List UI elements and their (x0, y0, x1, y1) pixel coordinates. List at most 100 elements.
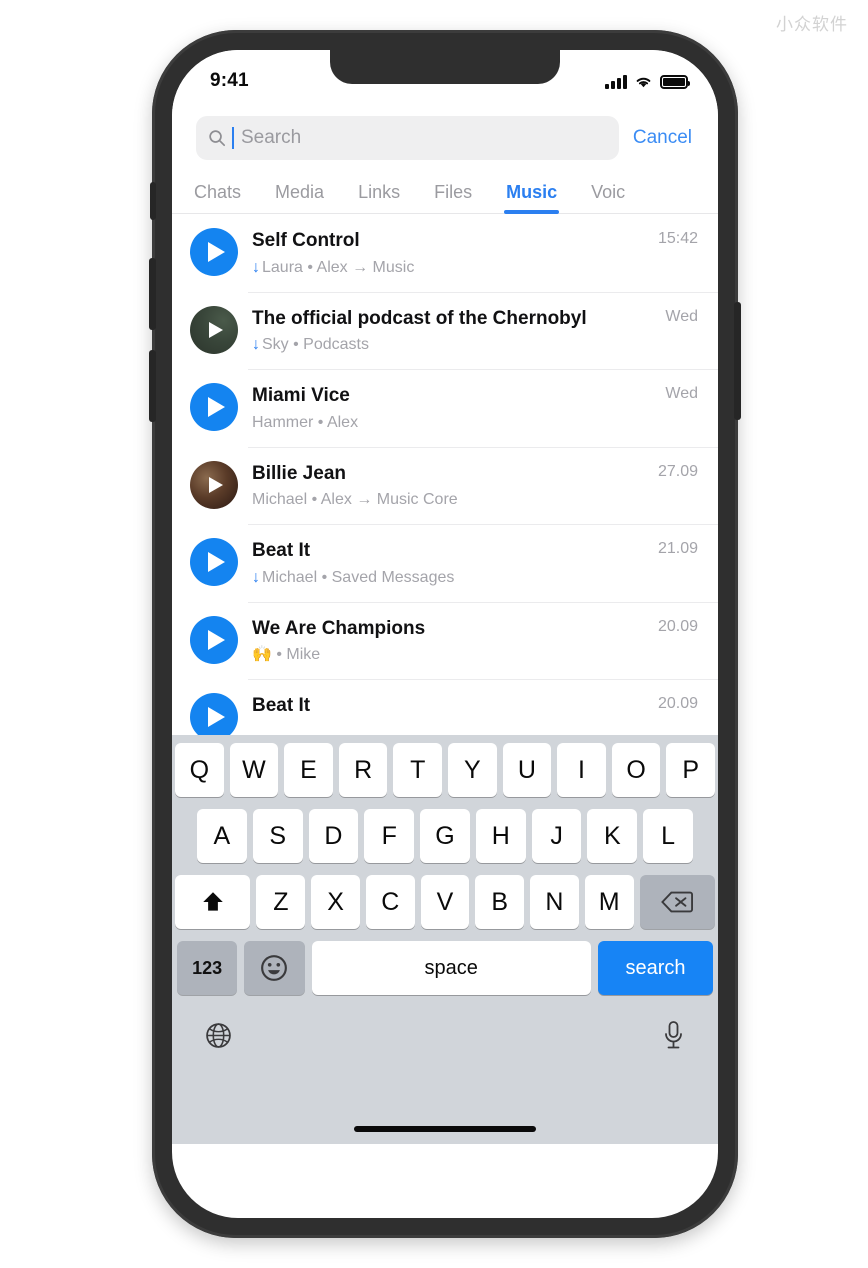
key-z[interactable]: Z (256, 875, 306, 929)
list-item[interactable]: We Are Champions 🙌 • Mike 20.09 (172, 601, 718, 680)
download-icon: ↓ (252, 336, 260, 354)
tab-chats[interactable]: Chats (194, 182, 241, 213)
key-t[interactable]: T (393, 743, 442, 797)
item-title: Miami Vice (252, 385, 350, 407)
raised-hands-emoji: 🙌 (252, 646, 272, 664)
item-time: 20.09 (657, 617, 698, 635)
music-results-list[interactable]: Self Control ↓ Laura • Alex → Music 15:42… (172, 214, 718, 735)
key-x[interactable]: X (311, 875, 360, 929)
item-subtitle: ↓ Laura • Alex → Music (252, 258, 415, 276)
album-art-thumbnail[interactable] (190, 460, 238, 509)
item-time: 20.09 (657, 695, 698, 713)
item-time: Wed (665, 385, 698, 403)
item-title: We Are Champions (252, 617, 426, 639)
key-g[interactable]: G (420, 809, 470, 863)
text-caret (232, 127, 234, 149)
item-subtitle: Michael • Alex → Music Core (252, 491, 458, 509)
backspace-key[interactable] (639, 875, 716, 929)
globe-icon[interactable] (205, 1022, 232, 1049)
list-item[interactable]: Billie Jean Michael • Alex → Music Core … (172, 446, 718, 525)
tab-media[interactable]: Media (275, 182, 324, 213)
key-h[interactable]: H (475, 809, 526, 863)
key-k[interactable]: K (587, 809, 638, 863)
item-title: The official podcast of the Chernobyl (252, 307, 587, 329)
list-item[interactable]: Miami Vice Hammer • Alex Wed (172, 369, 718, 447)
wifi-icon (636, 77, 651, 88)
key-p[interactable]: P (666, 743, 715, 797)
play-button-icon[interactable] (190, 693, 238, 735)
item-subtitle: Hammer • Alex (252, 413, 359, 431)
search-scope-tabs: Chats Media Links Files Music Voic (172, 160, 718, 214)
keyboard-row-2: A S D F G H J K L (175, 809, 715, 863)
mute-switch-button[interactable] (150, 182, 156, 220)
tab-files[interactable]: Files (434, 182, 472, 213)
keyboard-row-3: Z X C V B N M (174, 875, 716, 929)
search-key[interactable]: search (597, 941, 713, 995)
item-subtitle: 🙌 • Mike (252, 646, 321, 664)
key-a[interactable]: A (196, 809, 247, 863)
status-bar: 9:41 (172, 50, 718, 108)
tab-links[interactable]: Links (358, 182, 400, 213)
key-y[interactable]: Y (448, 743, 497, 797)
key-s[interactable]: S (252, 809, 303, 863)
list-item[interactable]: Self Control ↓ Laura • Alex → Music 15:42 (172, 214, 718, 292)
key-d[interactable]: D (308, 809, 359, 863)
key-m[interactable]: M (584, 875, 634, 929)
album-art-thumbnail[interactable] (190, 305, 238, 354)
play-button-icon[interactable] (190, 383, 238, 432)
item-time: 15:42 (657, 230, 698, 247)
search-icon (209, 130, 226, 147)
key-j[interactable]: J (531, 809, 582, 863)
play-button-icon[interactable] (190, 538, 238, 587)
item-title: Self Control (252, 230, 360, 251)
item-time: Wed (665, 307, 698, 325)
list-item[interactable]: The official podcast of the Chernobyl ↓ S… (172, 291, 718, 370)
key-w[interactable]: W (229, 743, 279, 797)
key-o[interactable]: O (611, 743, 661, 797)
cancel-button[interactable]: Cancel (633, 127, 694, 149)
play-button-icon[interactable] (190, 615, 238, 664)
search-input[interactable]: Search (196, 116, 619, 160)
download-icon: ↓ (252, 568, 260, 586)
list-item[interactable]: Beat It 20.09 (172, 679, 718, 735)
numbers-key[interactable]: 123 (177, 941, 238, 995)
key-e[interactable]: E (284, 743, 333, 797)
microphone-icon[interactable] (662, 1020, 685, 1050)
power-button[interactable] (734, 302, 741, 420)
keyboard-row-1: Q W E R T Y U I O P (175, 743, 715, 797)
on-screen-keyboard[interactable]: Q W E R T Y U I O P A S D F G H J K L Z … (172, 735, 718, 1144)
shift-key[interactable] (174, 875, 251, 929)
phone-mockup: 9:41 Search Cancel Chats Media Links Fil… (149, 30, 741, 1238)
watermark: 小众软件 (776, 15, 848, 35)
key-u[interactable]: U (502, 743, 552, 797)
item-title: Beat It (252, 540, 311, 562)
key-l[interactable]: L (643, 809, 694, 863)
notch (330, 50, 560, 84)
emoji-icon (261, 955, 288, 981)
play-button-icon[interactable] (190, 228, 238, 276)
key-v[interactable]: V (420, 875, 470, 929)
key-b[interactable]: B (475, 875, 525, 929)
volume-up-button[interactable] (149, 258, 156, 330)
key-r[interactable]: R (338, 743, 388, 797)
space-key[interactable]: space (311, 941, 591, 995)
emoji-key[interactable] (244, 941, 305, 995)
home-indicator (354, 1126, 536, 1132)
item-title: Billie Jean (252, 462, 346, 484)
list-item[interactable]: Beat It ↓ Michael • Saved Messages 21.09 (172, 524, 718, 602)
tab-voice[interactable]: Voic (591, 182, 625, 213)
search-bar: Search Cancel (172, 108, 718, 160)
key-q[interactable]: Q (175, 743, 224, 797)
item-title: Beat It (252, 695, 311, 717)
volume-down-button[interactable] (149, 350, 156, 422)
item-subtitle: ↓ Michael • Saved Messages (252, 568, 455, 586)
status-time: 9:41 (210, 70, 249, 91)
key-c[interactable]: C (365, 875, 415, 929)
phone-screen: 9:41 Search Cancel Chats Media Links Fil… (172, 50, 718, 1218)
download-icon: ↓ (252, 258, 260, 276)
tab-music[interactable]: Music (504, 182, 560, 214)
key-n[interactable]: N (530, 875, 579, 929)
key-i[interactable]: I (557, 743, 606, 797)
key-f[interactable]: F (364, 809, 415, 863)
backspace-icon (661, 891, 694, 913)
